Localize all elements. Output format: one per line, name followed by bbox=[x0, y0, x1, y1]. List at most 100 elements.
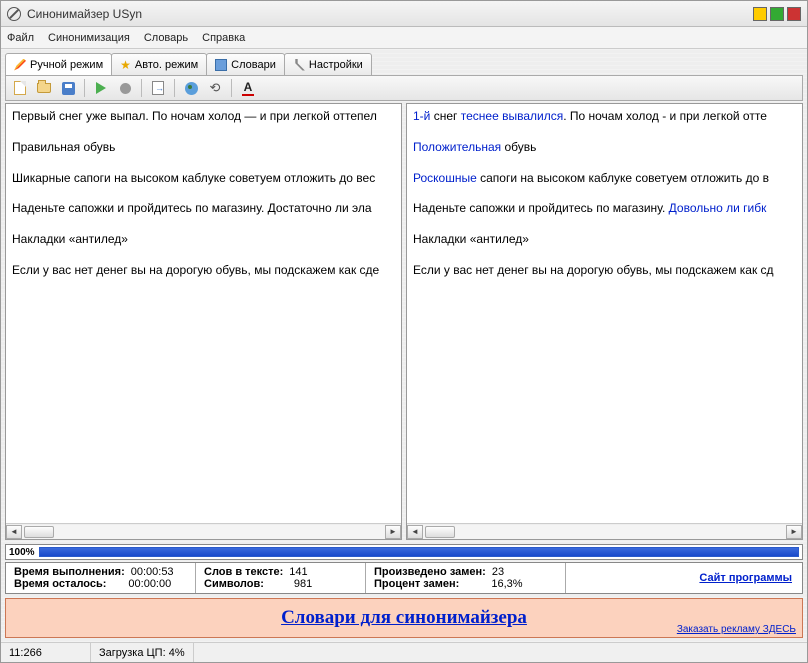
source-pane: Первый снег уже выпал. По ночам холод — … bbox=[5, 103, 402, 540]
words-value: 141 bbox=[289, 566, 307, 578]
tab-dicts[interactable]: Словари bbox=[206, 53, 285, 75]
synonym-word: Довольно ли гибк bbox=[669, 201, 767, 215]
scroll-track[interactable] bbox=[423, 525, 786, 539]
export-icon bbox=[152, 81, 164, 95]
stats-panel: Время выполнения: 00:00:53 Время осталось… bbox=[5, 562, 803, 594]
result-line: Положительная обувь bbox=[413, 139, 796, 156]
content-area: Ручной режим ★ Авто. режим Словари Настро… bbox=[1, 49, 807, 642]
menubar: Файл Синонимизация Словарь Справка bbox=[1, 27, 807, 49]
save-button[interactable] bbox=[58, 78, 78, 98]
stats-repl: Произведено замен: 23 Процент замен: 16,3% bbox=[366, 563, 566, 593]
tabs: Ручной режим ★ Авто. режим Словари Настро… bbox=[5, 53, 803, 75]
source-text[interactable]: Первый снег уже выпал. По ночам холод — … bbox=[6, 104, 401, 523]
text: Наденьте сапожки и пройдитесь по магазин… bbox=[413, 201, 669, 215]
tab-settings[interactable]: Настройки bbox=[284, 53, 372, 75]
open-icon bbox=[37, 83, 51, 93]
toolbar: ⟲ A bbox=[5, 75, 803, 101]
text: сапоги на высоком каблуке советуем отлож… bbox=[477, 171, 769, 185]
pencil-icon bbox=[14, 59, 26, 71]
separator bbox=[84, 79, 85, 97]
scroll-thumb[interactable] bbox=[24, 526, 54, 538]
tab-dicts-label: Словари bbox=[231, 59, 276, 71]
source-line: Наденьте сапожки и пройдитесь по магазин… bbox=[12, 200, 395, 217]
maximize-button[interactable] bbox=[770, 7, 784, 21]
separator bbox=[231, 79, 232, 97]
menu-help[interactable]: Справка bbox=[202, 32, 245, 44]
time-left-label: Время осталось: bbox=[14, 578, 106, 590]
menu-synon[interactable]: Синонимизация bbox=[48, 32, 130, 44]
web-button[interactable] bbox=[181, 78, 201, 98]
text-panes: Первый снег уже выпал. По ночам холод — … bbox=[5, 103, 803, 540]
chars-value: 981 bbox=[294, 578, 312, 590]
refresh-icon: ⟲ bbox=[210, 80, 221, 96]
font-button[interactable]: A bbox=[238, 78, 258, 98]
source-line: Первый снег уже выпал. По ночам холод — … bbox=[12, 108, 395, 125]
scroll-right-button[interactable]: ► bbox=[385, 525, 401, 539]
new-icon bbox=[14, 81, 26, 95]
source-line: Шикарные сапоги на высоком каблуке совет… bbox=[12, 170, 395, 187]
tab-manual-label: Ручной режим bbox=[30, 59, 103, 71]
synonym-word: 1-й bbox=[413, 109, 430, 123]
source-line: Накладки «антилед» bbox=[12, 231, 395, 248]
source-hscroll[interactable]: ◄ ► bbox=[6, 523, 401, 539]
star-icon: ★ bbox=[120, 59, 131, 71]
banner-small-link[interactable]: Заказать рекламу ЗДЕСЬ bbox=[677, 624, 796, 635]
repl-value: 23 bbox=[492, 566, 504, 578]
site-link[interactable]: Сайт программы bbox=[699, 572, 792, 584]
scroll-right-button[interactable]: ► bbox=[786, 525, 802, 539]
separator bbox=[141, 79, 142, 97]
time-exec-value: 00:00:53 bbox=[131, 566, 174, 578]
export-button[interactable] bbox=[148, 78, 168, 98]
result-line: 1-й снег теснее вывалился. По ночам холо… bbox=[413, 108, 796, 125]
time-exec-label: Время выполнения: bbox=[14, 566, 125, 578]
time-left-value: 00:00:00 bbox=[128, 578, 171, 590]
text: обувь bbox=[501, 140, 536, 154]
stop-button[interactable] bbox=[115, 78, 135, 98]
close-button[interactable] bbox=[787, 7, 801, 21]
progress-panel: 100% bbox=[5, 544, 803, 560]
progress-label: 100% bbox=[9, 547, 35, 558]
synonym-word: Положительная bbox=[413, 140, 501, 154]
source-line: Если у вас нет денег вы на дорогую обувь… bbox=[12, 262, 395, 279]
app-window: Синонимайзер USyn Файл Синонимизация Сло… bbox=[0, 0, 808, 663]
open-button[interactable] bbox=[34, 78, 54, 98]
synonym-word: Роскошные bbox=[413, 171, 477, 185]
scroll-thumb[interactable] bbox=[425, 526, 455, 538]
scroll-left-button[interactable]: ◄ bbox=[6, 525, 22, 539]
status-cpu: Загрузка ЦП: 4% bbox=[91, 643, 194, 662]
scroll-left-button[interactable]: ◄ bbox=[407, 525, 423, 539]
book-icon bbox=[215, 59, 227, 71]
run-button[interactable] bbox=[91, 78, 111, 98]
globe-icon bbox=[185, 82, 198, 95]
synonym-word: теснее вывалился bbox=[461, 109, 563, 123]
pct-value: 16,3% bbox=[491, 578, 522, 590]
stats-link: Сайт программы bbox=[566, 563, 802, 593]
wrench-icon bbox=[293, 59, 305, 71]
progress-bar bbox=[39, 547, 799, 557]
tab-manual[interactable]: Ручной режим bbox=[5, 53, 112, 75]
status-position: 11:266 bbox=[1, 643, 91, 662]
play-icon bbox=[96, 82, 106, 94]
result-hscroll[interactable]: ◄ ► bbox=[407, 523, 802, 539]
statusbar: 11:266 Загрузка ЦП: 4% bbox=[1, 642, 807, 662]
text: . По ночам холод - и при легкой отте bbox=[563, 109, 767, 123]
banner: Словари для синонимайзера Заказать рекла… bbox=[5, 598, 803, 638]
text: снег bbox=[430, 109, 460, 123]
menu-file[interactable]: Файл bbox=[7, 32, 34, 44]
minimize-button[interactable] bbox=[753, 7, 767, 21]
tab-auto[interactable]: ★ Авто. режим bbox=[111, 53, 207, 75]
tab-settings-label: Настройки bbox=[309, 59, 363, 71]
refresh-button[interactable]: ⟲ bbox=[205, 78, 225, 98]
new-button[interactable] bbox=[10, 78, 30, 98]
words-label: Слов в тексте: bbox=[204, 566, 283, 578]
menu-dict[interactable]: Словарь bbox=[144, 32, 188, 44]
tab-auto-label: Авто. режим bbox=[135, 59, 198, 71]
result-text[interactable]: 1-й снег теснее вывалился. По ночам холо… bbox=[407, 104, 802, 523]
scroll-track[interactable] bbox=[22, 525, 385, 539]
app-icon bbox=[7, 7, 21, 21]
repl-label: Произведено замен: bbox=[374, 566, 486, 578]
titlebar: Синонимайзер USyn bbox=[1, 1, 807, 27]
pct-label: Процент замен: bbox=[374, 578, 459, 590]
result-line: Если у вас нет денег вы на дорогую обувь… bbox=[413, 262, 796, 279]
banner-main-link[interactable]: Словари для синонимайзера bbox=[281, 607, 527, 629]
